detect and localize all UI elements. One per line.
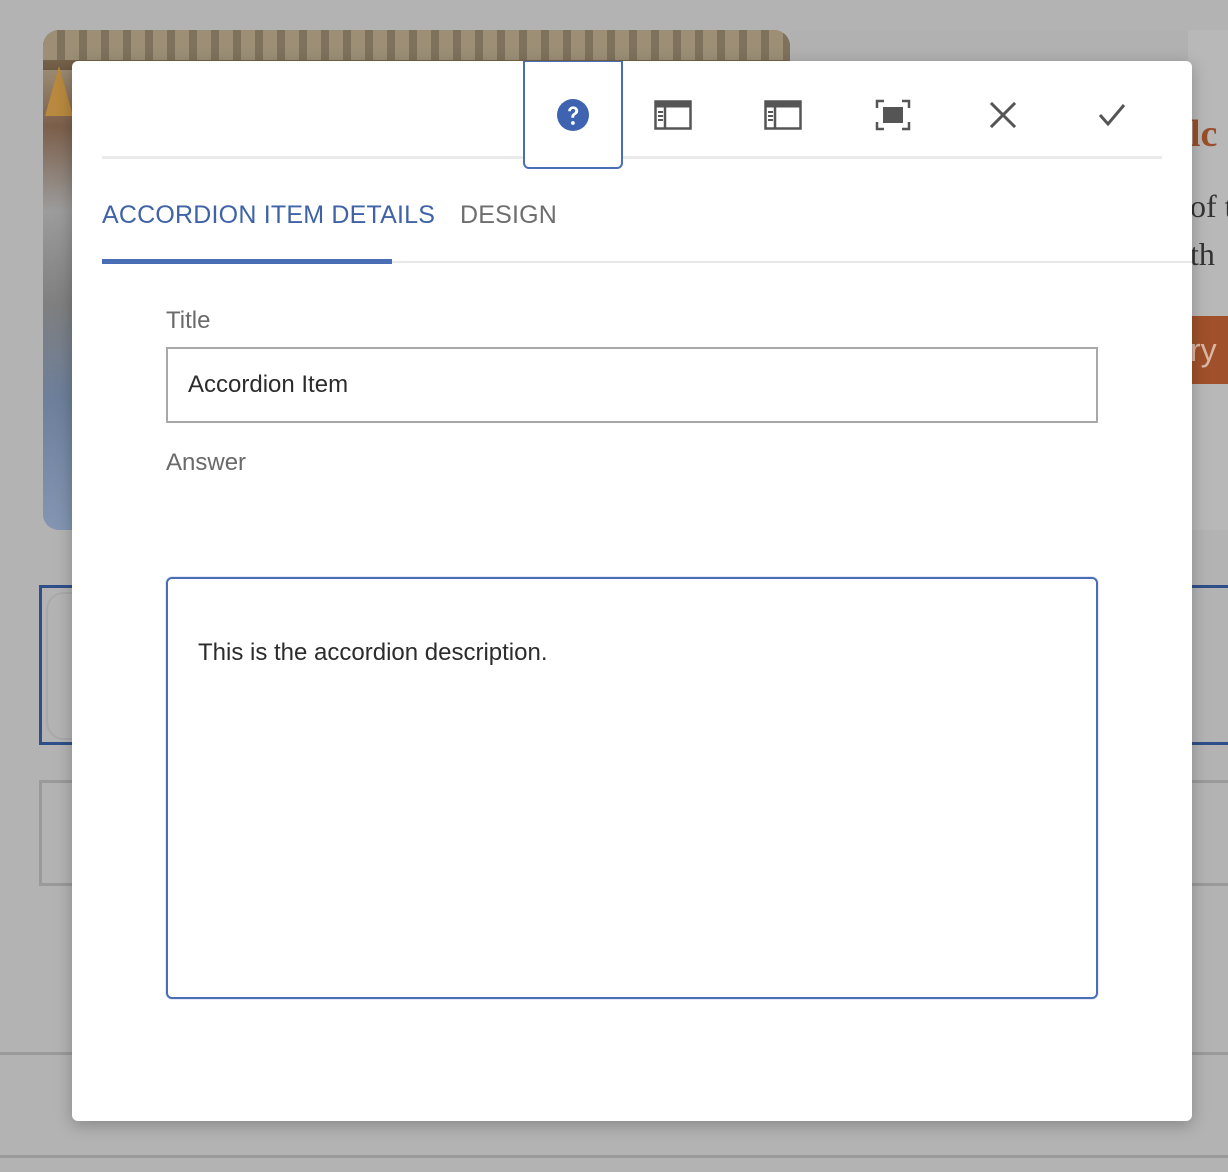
dialog-toolbar bbox=[102, 61, 1162, 169]
answer-text: This is the accordion description. bbox=[198, 639, 548, 666]
divider bbox=[0, 1155, 1228, 1158]
close-icon bbox=[989, 101, 1017, 129]
edit-dialog: ACCORDION ITEM DETAILS DESIGN Title Answ… bbox=[72, 61, 1192, 1121]
hero-text-fragment-1: of t bbox=[1190, 188, 1228, 224]
dialog-tabs: ACCORDION ITEM DETAILS DESIGN bbox=[102, 189, 1192, 264]
done-button[interactable] bbox=[1062, 61, 1162, 169]
panel-left-alt-icon bbox=[764, 100, 802, 130]
hero-button-fragment: ry bbox=[1190, 316, 1228, 384]
fullscreen-icon bbox=[875, 99, 911, 131]
title-label: Title bbox=[166, 307, 211, 334]
checkmark-icon bbox=[1097, 102, 1127, 128]
answer-rich-text-editor[interactable]: This is the accordion description. bbox=[166, 577, 1098, 999]
cancel-button[interactable] bbox=[953, 61, 1053, 169]
toggle-side-panel-alt-button[interactable] bbox=[733, 61, 833, 169]
hero-text-fragment-2: th bbox=[1190, 236, 1215, 272]
fullscreen-button[interactable] bbox=[843, 61, 943, 169]
answer-label: Answer bbox=[166, 449, 247, 476]
toggle-side-panel-button[interactable] bbox=[623, 61, 723, 169]
tab-accordion-item-details[interactable]: ACCORDION ITEM DETAILS bbox=[102, 189, 435, 264]
title-input[interactable] bbox=[166, 347, 1098, 423]
help-button[interactable] bbox=[523, 61, 623, 169]
help-circle-icon bbox=[556, 98, 590, 132]
panel-left-icon bbox=[654, 100, 692, 130]
tab-design[interactable]: DESIGN bbox=[460, 189, 557, 263]
hero-title-fragment: lc bbox=[1190, 113, 1218, 155]
